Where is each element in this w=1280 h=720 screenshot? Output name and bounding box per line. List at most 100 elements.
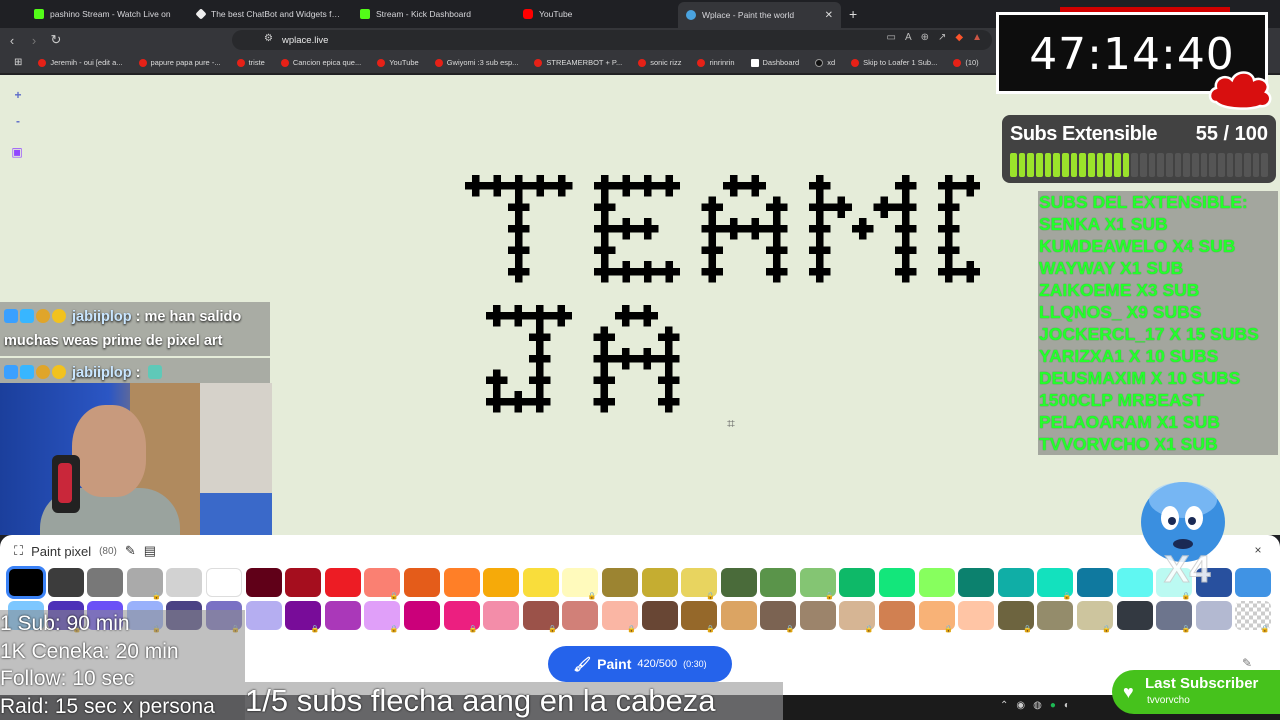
- bookmark-item[interactable]: sonic rizz: [630, 58, 689, 67]
- color-swatch[interactable]: [403, 568, 440, 597]
- color-swatch[interactable]: [760, 568, 797, 597]
- bookmark-item[interactable]: Cancion epica que...: [273, 58, 369, 67]
- color-swatch[interactable]: [522, 601, 559, 633]
- bookmark-item[interactable]: papure papa pure -...: [131, 58, 229, 67]
- color-swatch[interactable]: [760, 601, 797, 633]
- color-swatch[interactable]: [285, 601, 322, 633]
- color-swatch[interactable]: [403, 601, 440, 630]
- bookmark-item[interactable]: rinrinrin: [689, 58, 742, 67]
- forward-icon[interactable]: ›: [24, 33, 44, 48]
- color-swatch[interactable]: [126, 568, 163, 600]
- color-swatch[interactable]: [562, 568, 599, 600]
- color-swatch[interactable]: [443, 568, 480, 597]
- color-swatch[interactable]: [879, 568, 916, 597]
- bookmark-item[interactable]: YouTube: [369, 58, 426, 67]
- tray-steam-icon[interactable]: ◉: [1016, 700, 1025, 711]
- tab-wplace[interactable]: Wplace - Paint the world ✕: [678, 2, 841, 28]
- color-swatch[interactable]: [918, 601, 955, 633]
- color-swatch[interactable]: [681, 568, 718, 600]
- bookmark-item[interactable]: (10): [945, 58, 986, 67]
- reload-icon[interactable]: ↻: [46, 32, 66, 48]
- bookmark-item[interactable]: Jeremih - oui [edit a...: [30, 58, 130, 67]
- color-swatch[interactable]: [166, 568, 203, 597]
- color-swatch[interactable]: [205, 568, 242, 597]
- color-swatch[interactable]: [1037, 601, 1074, 630]
- close-panel-button[interactable]: ×: [1250, 542, 1266, 558]
- color-swatch[interactable]: [483, 601, 520, 630]
- zoom-out-button[interactable]: -: [10, 113, 26, 129]
- brave-shield-icon[interactable]: ◆: [955, 32, 963, 43]
- color-swatch[interactable]: [443, 601, 480, 633]
- close-tab-icon[interactable]: ✕: [825, 10, 833, 21]
- color-swatch[interactable]: [1235, 568, 1272, 597]
- color-swatch[interactable]: [245, 601, 282, 630]
- color-swatch[interactable]: [839, 568, 876, 597]
- paint-button[interactable]: 🖌 Paint 420/500 (0:30): [548, 646, 732, 682]
- translate-icon[interactable]: A: [905, 32, 912, 43]
- cast-icon[interactable]: ▭: [886, 32, 895, 43]
- color-swatch[interactable]: [6, 566, 46, 599]
- tray-chevron-icon[interactable]: ⌃: [1000, 700, 1008, 711]
- bookmark-item[interactable]: STREAMERBOT + P...: [526, 58, 630, 67]
- color-swatch[interactable]: [483, 568, 520, 597]
- color-swatch[interactable]: [641, 568, 678, 597]
- palette-icon[interactable]: ▤: [144, 543, 156, 559]
- brave-rewards-icon[interactable]: ▲: [972, 32, 982, 43]
- color-swatch[interactable]: [87, 568, 124, 597]
- tab-pashino-stream[interactable]: pashino Stream - Watch Live on: [26, 1, 189, 27]
- bookmark-item[interactable]: Dashboard: [743, 58, 808, 67]
- back-icon[interactable]: ‹: [2, 33, 22, 48]
- color-swatch[interactable]: [364, 601, 401, 633]
- color-swatch[interactable]: [720, 568, 757, 597]
- bookmark-item[interactable]: triste: [229, 58, 273, 67]
- color-swatch[interactable]: [799, 568, 836, 600]
- color-swatch[interactable]: [324, 568, 361, 597]
- color-swatch[interactable]: [522, 568, 559, 597]
- share-icon[interactable]: ↗: [938, 32, 946, 43]
- tray-spotify-icon[interactable]: ●: [1050, 700, 1056, 711]
- twitch-icon[interactable]: ▣: [10, 145, 24, 159]
- expand-icon[interactable]: ⛶: [14, 543, 23, 559]
- color-swatch[interactable]: [958, 601, 995, 630]
- bookmark-item[interactable]: Gwiyomi :3 sub esp...: [427, 58, 527, 67]
- color-swatch[interactable]: [1156, 601, 1193, 633]
- color-swatch[interactable]: [601, 601, 638, 633]
- color-swatch[interactable]: [1077, 601, 1114, 633]
- color-swatch[interactable]: [997, 601, 1034, 633]
- apps-icon[interactable]: ⊞: [6, 57, 30, 68]
- pencil-icon[interactable]: ✎: [125, 543, 136, 559]
- color-swatch[interactable]: [681, 601, 718, 633]
- color-swatch[interactable]: [1195, 601, 1232, 630]
- tray-app-icon[interactable]: ◐: [1064, 700, 1070, 711]
- color-swatch[interactable]: [601, 568, 638, 597]
- color-swatch[interactable]: [1116, 601, 1153, 630]
- color-swatch[interactable]: [918, 568, 955, 597]
- edit-icon[interactable]: ✎: [1242, 656, 1252, 670]
- color-swatch[interactable]: [879, 601, 916, 630]
- color-swatch[interactable]: [562, 601, 599, 630]
- color-swatch[interactable]: [641, 601, 678, 630]
- color-swatch[interactable]: [720, 601, 757, 630]
- color-swatch[interactable]: [958, 568, 995, 597]
- zoom-in-button[interactable]: +: [10, 87, 26, 103]
- color-swatch[interactable]: [245, 568, 282, 597]
- site-settings-icon[interactable]: ⚙: [264, 33, 273, 44]
- bookmark-item[interactable]: xd: [807, 58, 843, 67]
- new-tab-button[interactable]: +: [849, 6, 857, 22]
- address-bar[interactable]: wplace.live ▭ A ⊕ ↗ ◆ ▲: [232, 30, 992, 50]
- color-swatch[interactable]: [1235, 601, 1272, 633]
- color-swatch[interactable]: [997, 568, 1034, 597]
- zoom-icon[interactable]: ⊕: [921, 32, 929, 43]
- color-swatch[interactable]: [324, 601, 361, 630]
- color-swatch[interactable]: [364, 568, 401, 600]
- tab-chatbot[interactable]: The best ChatBot and Widgets for Ki: [189, 1, 352, 27]
- bookmark-item[interactable]: Skip to Loafer 1 Sub...: [843, 58, 945, 67]
- tab-youtube[interactable]: YouTube: [515, 1, 678, 27]
- tray-discord-icon[interactable]: ◍: [1033, 700, 1042, 711]
- color-swatch[interactable]: [47, 568, 84, 597]
- color-swatch[interactable]: [1037, 568, 1074, 600]
- color-swatch[interactable]: [285, 568, 322, 597]
- color-swatch[interactable]: [799, 601, 836, 630]
- color-swatch[interactable]: [1077, 568, 1114, 597]
- color-swatch[interactable]: [839, 601, 876, 633]
